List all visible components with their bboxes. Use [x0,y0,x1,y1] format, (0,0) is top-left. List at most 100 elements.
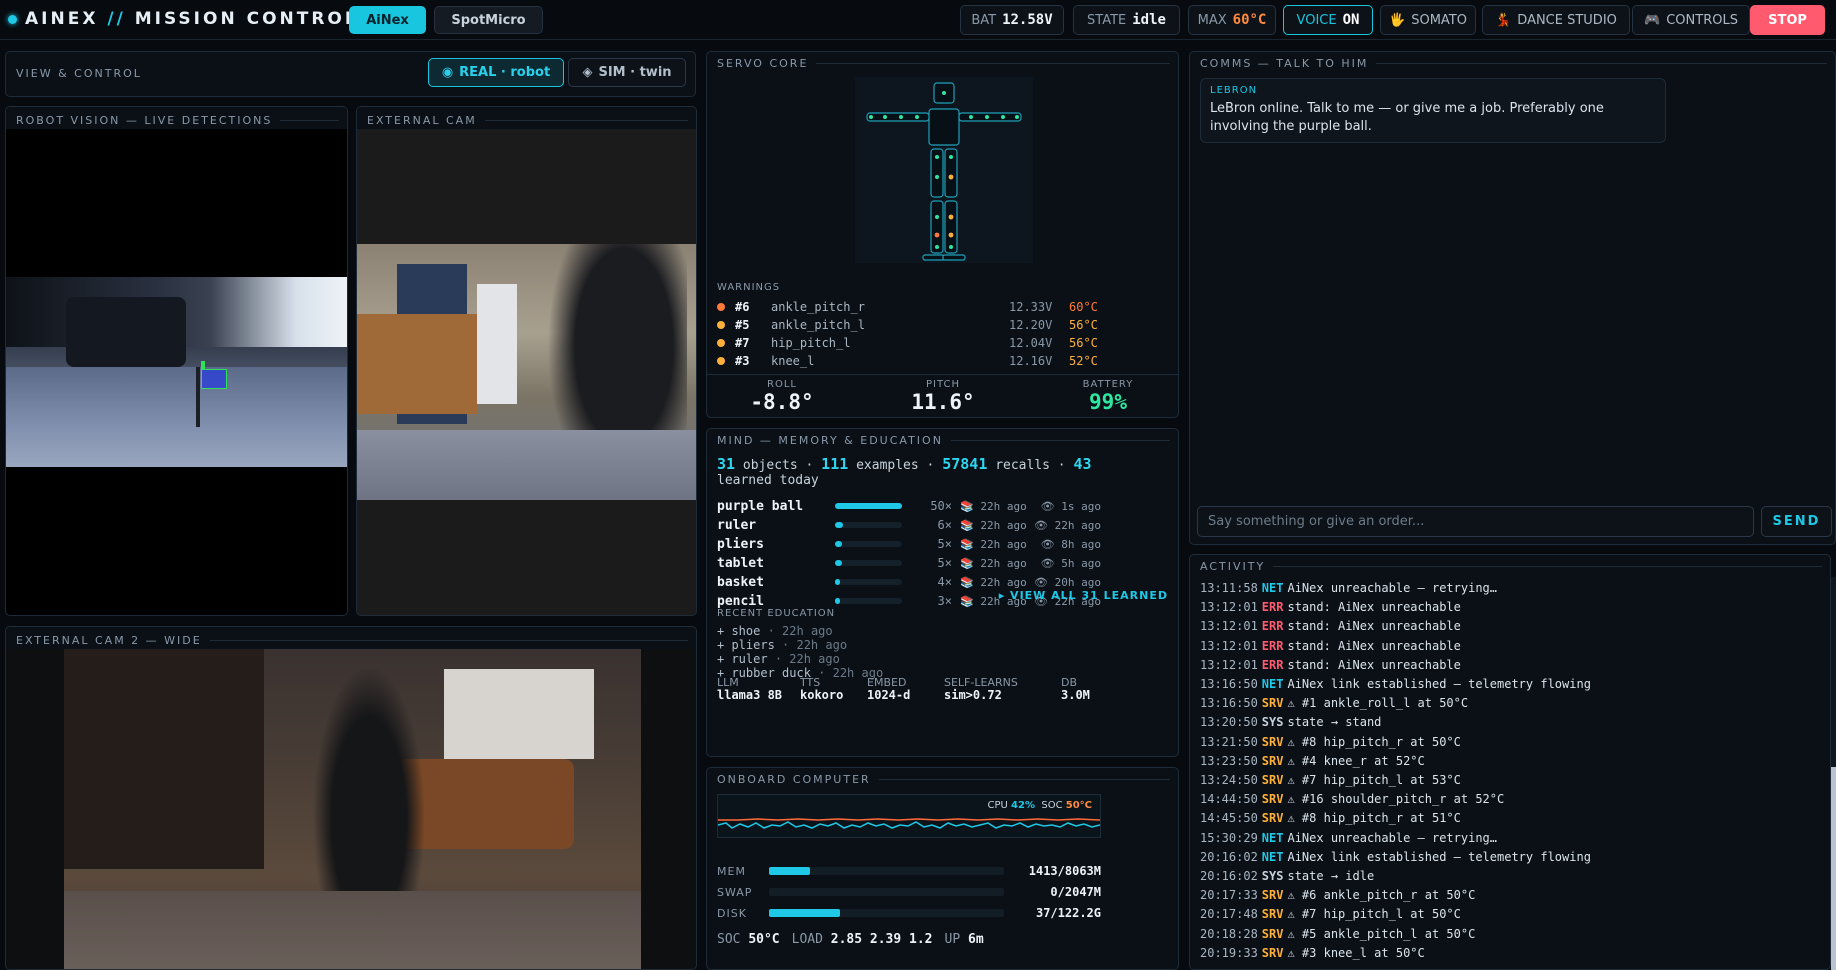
roll-stat: ROLL -8.8° [750,379,814,414]
object-name: ruler [717,517,757,533]
warning-dot-icon [717,338,725,347]
cpu-chart: CPU 42% SOC 50°C [717,794,1101,838]
servo-core-title: SERVO CORE [717,57,1170,70]
robot-vision-feed[interactable] [6,277,347,467]
scrollbar-thumb[interactable] [1831,767,1836,970]
tab-ainex[interactable]: AiNex [349,6,426,34]
learned-object-row[interactable]: ruler 6× 📚 22h ago 👁 22h ago [717,517,1101,533]
pitch-stat: PITCH 11.6° [911,379,975,414]
external-cam2-feed[interactable] [64,649,641,969]
object-count: 3× [937,594,952,608]
dance-studio-button[interactable]: 💃 DANCE STUDIO [1482,5,1630,35]
entry-time: 13:12:01 [1200,657,1258,672]
entry-text: ⚠ #1 ankle_roll_l at 50°C [1287,696,1469,711]
shelf-shape [64,649,264,869]
activity-entry: 20:17:33 SRV ⚠ #6 ankle_pitch_r at 50°C [1200,888,1475,905]
activity-scrollbar[interactable] [1831,577,1836,970]
comms-panel: COMMS — TALK TO HIM LEBRON LeBron online… [1189,51,1836,545]
object-name: purple ball [717,498,804,514]
object-seen-time: 5h ago [1061,556,1101,570]
education-time: · 22h ago [782,638,848,652]
chat-input[interactable] [1197,506,1754,537]
object-frequency-bar [835,541,902,547]
object-seen-time: 1s ago [1061,499,1101,513]
voice-toggle[interactable]: VOICE ON [1283,5,1373,35]
entry-text: ⚠ #8 hip_pitch_r at 51°C [1287,811,1461,826]
object-educated-time: 22h ago [980,575,1027,589]
servo-id: #7 [735,335,750,350]
robot-vision-title: ROBOT VISION — LIVE DETECTIONS [6,107,347,129]
model-meta-item: SELF-LEARNS sim>0.72 [944,676,1054,702]
dancer-icon: 💃 [1495,12,1512,28]
onboard-panel: ONBOARD COMPUTER CPU 42% SOC 50°C MEM 141… [706,767,1179,970]
resource-bar-fill [769,909,840,917]
tripod-shape [196,367,200,427]
book-icon: 📚 [960,518,981,532]
learned-object-row[interactable]: pliers 5× 📚 22h ago 👁 8h ago [717,536,1101,552]
warning-row[interactable]: #3 knee_l 12.16V 52°C [717,352,1109,369]
real-robot-button[interactable]: ◉ REAL · robot [428,58,564,87]
meta-value: kokoro [800,688,844,702]
object-frequency-bar [835,522,902,528]
warning-row[interactable]: #5 ankle_pitch_l 12.20V 56°C [717,316,1109,333]
external-cam-feed[interactable] [357,244,696,500]
entry-time: 13:11:58 [1200,581,1258,595]
entry-tag: SRV [1261,753,1284,768]
mind-title: MIND — MEMORY & EDUCATION [717,434,1170,447]
tab-spotmicro[interactable]: SpotMicro [434,6,543,34]
warning-row[interactable]: #7 hip_pitch_l 12.04V 56°C [717,334,1109,351]
entry-tag: SRV [1261,907,1284,922]
object-seen: 👁 1s ago [1032,500,1101,513]
sim-twin-button[interactable]: ◈ SIM · twin [568,58,686,87]
robot-servo-diagram[interactable] [855,77,1033,263]
door-shape [477,284,517,404]
somato-button[interactable]: 🖐 SOMATO [1380,5,1476,35]
controls-button[interactable]: 🎮 CONTROLS [1632,5,1750,35]
activity-entry: 13:12:01 ERR stand: AiNex unreachable [1200,658,1461,675]
entry-tag: SRV [1261,696,1284,711]
learned-object-row[interactable]: basket 4× 📚 22h ago 👁 20h ago [717,574,1101,590]
education-name: + shoe [717,624,761,638]
resource-value: 1413/8063M [1028,864,1101,878]
object-name: basket [717,574,764,590]
top-bar: AINEX // MISSION CONTROL AiNex SpotMicro… [0,0,1836,40]
object-count: 5× [937,556,952,570]
activity-entry: 13:16:50 NET AiNex link established — tele… [1200,677,1591,694]
stop-button[interactable]: STOP [1750,5,1825,35]
view-all-learned-link[interactable]: ▸ VIEW ALL 31 LEARNED [999,589,1168,602]
cpu-readout: CPU 42% SOC 50°C [987,800,1092,811]
object-educated: 📚 22h ago [960,576,1032,589]
resource-label: DISK [717,906,747,920]
object-educated: 📚 22h ago [960,538,1032,551]
activity-title: ACTIVITY [1200,560,1822,573]
activity-entry: 20:19:33 SRV ⚠ #3 knee_l at 50°C [1200,946,1425,963]
sofa-shape [357,314,477,414]
object-seen-time: 8h ago [1061,537,1101,551]
send-button[interactable]: SEND [1761,506,1832,537]
servo-temp: 52°C [1069,353,1098,368]
detection-box[interactable] [201,361,227,389]
warning-row[interactable]: #6 ankle_pitch_r 12.33V 60°C [717,298,1109,315]
object-seen-time: 20h ago [1054,575,1101,589]
object-frequency-fill [835,579,841,585]
learned-object-row[interactable]: purple ball 50× 📚 22h ago 👁 1s ago [717,498,1101,514]
object-frequency-bar [835,598,902,604]
servo-temp: 56°C [1069,335,1098,350]
entry-time: 14:44:50 [1200,792,1258,807]
learned-object-row[interactable]: tablet 5× 📚 22h ago 👁 5h ago [717,555,1101,571]
entry-text: ⚠ #5 ankle_pitch_l at 50°C [1287,926,1476,941]
object-educated-time: 22h ago [980,518,1027,532]
entry-time: 14:45:50 [1200,811,1258,826]
activity-entry: 13:24:50 SRV ⚠ #7 hip_pitch_l at 53°C [1200,773,1461,790]
activity-entry: 20:18:28 SRV ⚠ #5 ankle_pitch_l at 50°C [1200,927,1475,944]
entry-tag: SRV [1261,792,1284,807]
object-frequency-fill [835,598,841,604]
entry-text: ⚠ #7 hip_pitch_l at 53°C [1287,773,1461,787]
entry-time: 15:30:29 [1200,830,1258,845]
entry-time: 13:16:50 [1200,696,1258,711]
resource-row: MEM 1413/8063M [717,863,1101,879]
recent-education-item: + ruler · 22h ago [717,652,840,666]
meta-value: llama3 8B [717,688,783,702]
activity-entry: 13:21:50 SRV ⚠ #8 hip_pitch_r at 50°C [1200,735,1461,752]
onboard-title: ONBOARD COMPUTER [717,773,1170,786]
